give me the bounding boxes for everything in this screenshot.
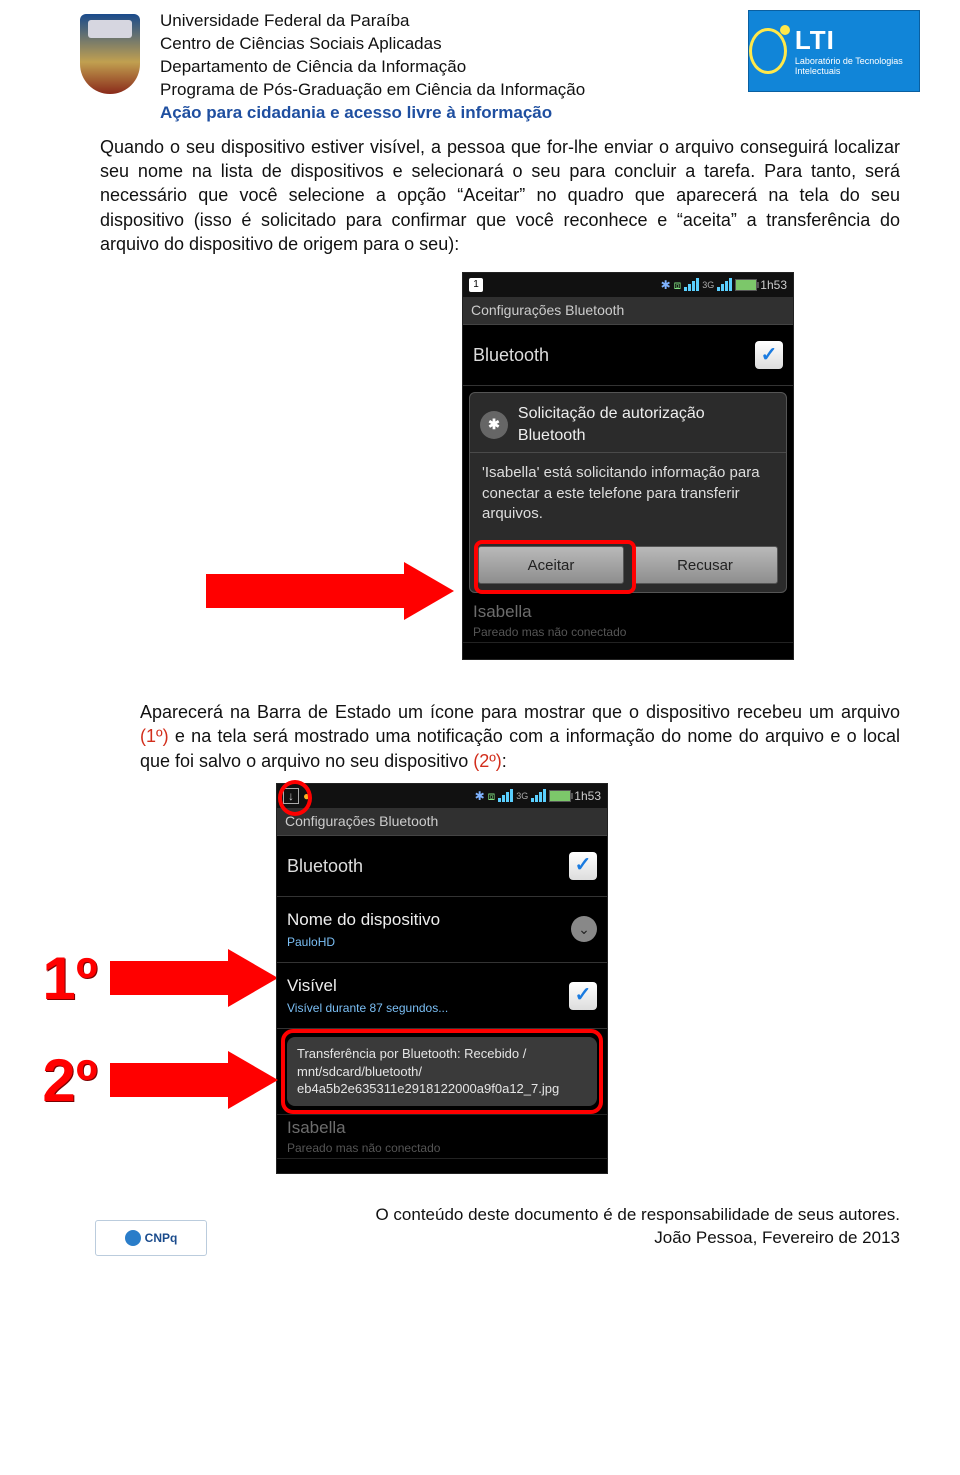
p2-a: Aparecerá na Barra de Estado um ícone pa…	[140, 702, 900, 722]
visible-label: Visível	[287, 975, 448, 998]
lti-logo: LTI Laboratório de Tecnologias Intelectu…	[748, 10, 920, 92]
signal2-icon	[531, 790, 546, 802]
paragraph-1: Quando o seu dispositivo estiver visível…	[0, 125, 960, 266]
toast-notification: Transferência por Bluetooth: Recebido / …	[287, 1037, 597, 1106]
p2-b: (1º)	[140, 726, 169, 746]
checkbox-icon[interactable]: ✓	[569, 852, 597, 880]
screen-title: Configurações Bluetooth	[463, 297, 793, 325]
devname-label: Nome do dispositivo	[287, 909, 440, 932]
battery-icon	[735, 279, 757, 291]
bt-label: Bluetooth	[473, 343, 549, 367]
paired-name-2: Isabella	[287, 1117, 597, 1140]
arrow-2-icon	[110, 953, 270, 1003]
hdr-line1: Universidade Federal da Paraíba	[160, 10, 728, 33]
paired-device-row-2[interactable]: Isabella Pareado mas não conectado	[277, 1114, 607, 1158]
bluetooth-icon: ✱	[475, 788, 485, 804]
figure-1-row: 1 ✱ ⧈ 3G 1h53 Configurações Bluetooth Bl…	[0, 272, 960, 660]
paired-device-row[interactable]: Isabella Pareado mas não conectado	[463, 599, 793, 642]
calendar-icon: 1	[469, 278, 483, 292]
auth-dialog: ✱ Solicitação de autorização Bluetooth '…	[469, 392, 787, 593]
chevron-down-icon[interactable]: ⌄	[571, 916, 597, 942]
doc-footer: CNPq O conteúdo deste documento é de res…	[0, 1204, 960, 1250]
signal-icon	[684, 279, 699, 291]
checkbox-icon[interactable]: ✓	[755, 341, 783, 369]
globe-icon	[125, 1230, 141, 1246]
marker-2: 2º	[30, 1040, 110, 1121]
checkbox-icon[interactable]: ✓	[569, 982, 597, 1010]
data-3g-icon: 3G	[702, 279, 714, 291]
dialog-body: 'Isabella' está solicitando informação p…	[470, 453, 786, 538]
hdr-line3: Departamento de Ciência da Informação	[160, 56, 728, 79]
screen-title-2: Configurações Bluetooth	[277, 808, 607, 836]
devname-value: PauloHD	[287, 934, 440, 950]
hdr-action: Ação para cidadania e acesso livre à inf…	[160, 102, 728, 125]
dot-icon: ●	[303, 788, 310, 804]
bluetooth-round-icon: ✱	[480, 411, 508, 439]
paired-sub: Pareado mas não conectado	[473, 624, 783, 640]
screenshot-2: ↓ ● ✱ ⧈ 3G 1h53 Configurações Bluetooth …	[276, 783, 608, 1174]
bt-row-2[interactable]: Bluetooth ✓	[277, 836, 607, 897]
bluetooth-icon: ✱	[661, 277, 671, 293]
paired-name: Isabella	[473, 601, 783, 624]
download-icon: ↓	[283, 788, 299, 804]
paragraph-2: Aparecerá na Barra de Estado um ícone pa…	[0, 690, 960, 783]
hdr-line4: Programa de Pós-Graduação em Ciência da …	[160, 79, 728, 102]
marker-1: 1º	[30, 938, 110, 1019]
ufpb-shield-icon	[80, 14, 140, 94]
clock: 1h53	[574, 788, 601, 804]
doc-header: Universidade Federal da Paraíba Centro d…	[0, 0, 960, 125]
wifi-icon: ⧈	[488, 788, 496, 804]
lti-big: LTI	[795, 26, 919, 56]
hdr-line2: Centro de Ciências Sociais Aplicadas	[160, 33, 728, 56]
cnpq-logo: CNPq	[95, 1220, 207, 1256]
status-bar: 1 ✱ ⧈ 3G 1h53	[463, 273, 793, 297]
decline-button[interactable]: Recusar	[632, 546, 778, 584]
bt-label-2: Bluetooth	[287, 854, 363, 878]
visible-row[interactable]: Visível Visível durante 87 segundos... ✓	[277, 963, 607, 1029]
arrow-1-icon	[206, 566, 456, 616]
screenshot-1: 1 ✱ ⧈ 3G 1h53 Configurações Bluetooth Bl…	[462, 272, 794, 660]
header-text: Universidade Federal da Paraíba Centro d…	[160, 10, 728, 125]
footer-line1: O conteúdo deste documento é de responsa…	[110, 1204, 900, 1227]
marker-2-row: 2º	[30, 1040, 270, 1121]
visible-sub: Visível durante 87 segundos...	[287, 1000, 448, 1016]
signal-icon	[498, 790, 513, 802]
lti-sub: Laboratório de Tecnologias Intelectuais	[795, 56, 919, 77]
paired-sub-2: Pareado mas não conectado	[287, 1140, 597, 1156]
p2-d: (2º)	[473, 751, 502, 771]
footer-line2: João Pessoa, Fevereiro de 2013	[110, 1227, 900, 1250]
wifi-icon: ⧈	[674, 277, 682, 293]
data-3g-icon: 3G	[516, 790, 528, 802]
bulb-icon	[749, 28, 787, 74]
signal2-icon	[717, 279, 732, 291]
accept-button[interactable]: Aceitar	[478, 546, 624, 584]
clock: 1h53	[760, 277, 787, 293]
arrow-3-icon	[110, 1055, 270, 1105]
cnpq-label: CNPq	[145, 1230, 178, 1246]
p2-e: :	[502, 751, 507, 771]
bt-row[interactable]: Bluetooth ✓	[463, 325, 793, 386]
status-bar-2: ↓ ● ✱ ⧈ 3G 1h53	[277, 784, 607, 808]
battery-icon	[549, 790, 571, 802]
dialog-title: Solicitação de autorização Bluetooth	[518, 403, 776, 446]
device-name-row[interactable]: Nome do dispositivo PauloHD ⌄	[277, 897, 607, 963]
p2-c: e na tela será mostrado uma notificação …	[140, 726, 900, 770]
